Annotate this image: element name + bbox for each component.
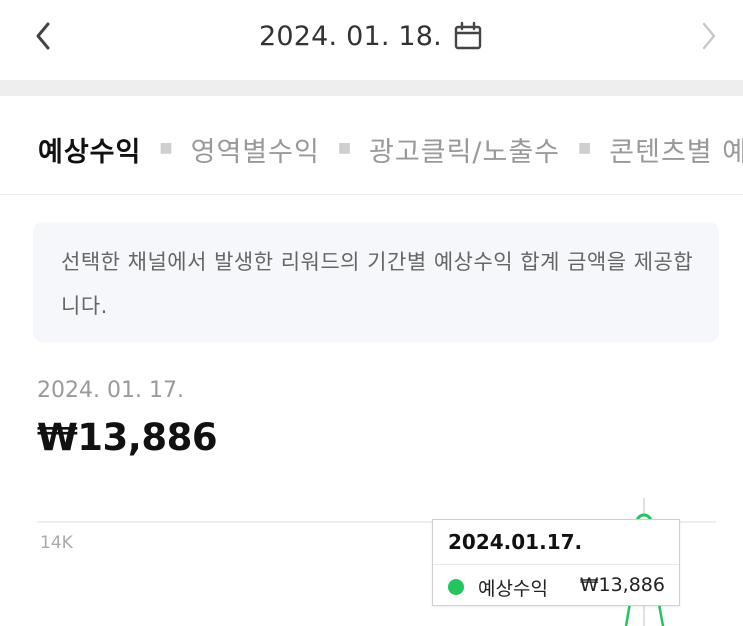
tooltip-row: 예상수익 ₩13,886	[433, 564, 679, 606]
legend-dot-icon	[448, 579, 464, 595]
tooltip-date: 2024.01.17.	[448, 530, 583, 554]
info-text: 선택한 채널에서 발생한 리워드의 기간별 예상수익 합계 금액을 제공합니다.	[61, 250, 694, 318]
tab-revenue-by-area[interactable]: 영역별수익	[191, 130, 320, 169]
tab-revenue-by-content[interactable]: 콘텐츠별 예	[609, 130, 743, 169]
date-selector[interactable]: 2024. 01. 18.	[0, 16, 743, 56]
chevron-right-icon	[702, 22, 716, 50]
selected-date: 2024. 01. 17.	[37, 378, 184, 403]
tab-separator: ■	[578, 139, 592, 156]
tab-ad-clicks-impressions[interactable]: 광고클릭/노출수	[369, 130, 560, 169]
tab-bar: 예상수익 ■ 영역별수익 ■ 광고클릭/노출수 ■ 콘텐츠별 예	[0, 96, 743, 195]
total-amount: ₩13,886	[37, 416, 218, 459]
tab-separator: ■	[337, 139, 352, 156]
forward-button[interactable]	[692, 18, 728, 54]
date-title: 2024. 01. 18.	[259, 20, 442, 52]
top-bar: 2024. 01. 18.	[0, 0, 743, 80]
tab-separator: ■	[159, 139, 173, 156]
chart-tooltip: 2024.01.17. 예상수익 ₩13,886	[432, 519, 680, 606]
calendar-icon[interactable]	[452, 20, 484, 52]
info-box: 선택한 채널에서 발생한 리워드의 기간별 예상수익 합계 금액을 제공합니다.	[33, 222, 719, 342]
y-tick-label: 14K	[40, 533, 74, 553]
section-divider	[0, 80, 743, 96]
tab-expected-revenue[interactable]: 예상수익	[38, 130, 141, 169]
tooltip-value: ₩13,886	[579, 574, 665, 596]
tooltip-series-label: 예상수익	[478, 578, 548, 600]
